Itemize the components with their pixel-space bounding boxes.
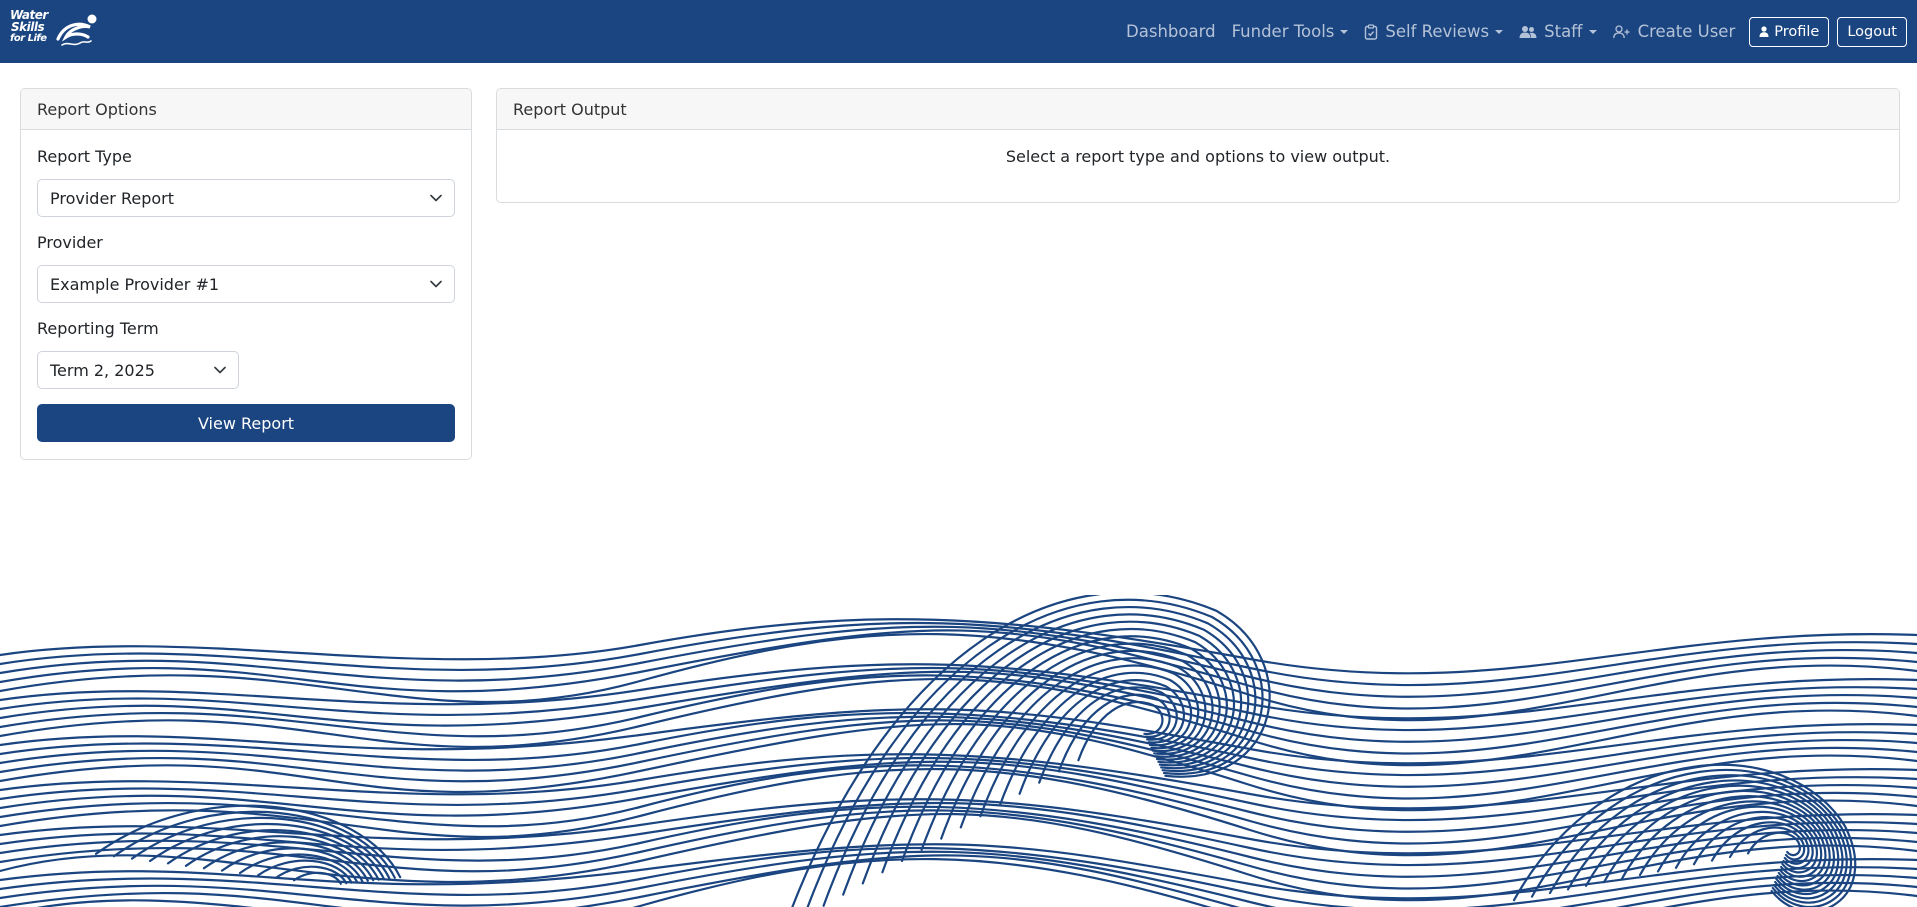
swimmer-logo-icon [56, 14, 97, 46]
nav-funder-tools-dropdown[interactable]: Funder Tools [1232, 22, 1349, 41]
report-type-select[interactable]: Provider Report [37, 179, 455, 217]
nav-create-user[interactable]: Create User [1612, 22, 1736, 41]
nav-dashboard[interactable]: Dashboard [1126, 22, 1216, 41]
nav-self-reviews-label: Self Reviews [1385, 22, 1490, 41]
person-icon [1759, 26, 1769, 37]
nav-dashboard-label: Dashboard [1126, 22, 1216, 41]
main-nav: Dashboard Funder Tools Self Reviews Staf… [1126, 0, 1907, 63]
report-options-card: Report Options Report Type Provider Repo… [20, 88, 472, 460]
report-options-title: Report Options [37, 99, 157, 119]
chevron-down-icon [214, 366, 226, 374]
people-icon [1519, 25, 1537, 38]
add-user-icon [1612, 24, 1630, 38]
brand-logo-text: Water Skills for Life [10, 8, 48, 44]
report-type-value: Provider Report [50, 188, 174, 208]
report-output-header: Report Output [497, 89, 1899, 130]
caret-down-icon [1495, 29, 1504, 34]
ocean-waves-illustration [0, 595, 1917, 907]
view-report-button-label: View Report [197, 413, 295, 433]
nav-funder-tools-label: Funder Tools [1231, 22, 1335, 41]
top-navbar: Water Skills for Life Dashboard Funder T… [0, 0, 1917, 63]
brand-logo[interactable]: Water Skills for Life [10, 9, 100, 54]
nav-self-reviews-dropdown[interactable]: Self Reviews [1364, 22, 1504, 41]
logout-button[interactable]: Logout [1837, 16, 1907, 47]
nav-staff-label: Staff [1544, 22, 1583, 41]
caret-down-icon [1340, 29, 1349, 34]
nav-create-user-label: Create User [1637, 22, 1736, 41]
profile-button-label: Profile [1774, 23, 1820, 40]
report-type-label: Report Type [37, 147, 132, 166]
nav-staff-dropdown[interactable]: Staff [1519, 22, 1597, 41]
logout-button-label: Logout [1847, 23, 1897, 40]
caret-down-icon [1588, 29, 1597, 34]
provider-label: Provider [37, 233, 103, 252]
report-output-title: Report Output [513, 99, 627, 119]
provider-value: Example Provider #1 [50, 274, 220, 294]
report-options-header: Report Options [21, 89, 471, 130]
chevron-down-icon [430, 280, 442, 288]
reporting-term-select[interactable]: Term 2, 2025 [37, 351, 239, 389]
wave-line [1746, 831, 1801, 857]
chevron-down-icon [430, 194, 442, 202]
view-report-button[interactable]: View Report [37, 404, 455, 442]
report-output-message: Select a report type and options to view… [1005, 147, 1391, 166]
provider-select[interactable]: Example Provider #1 [37, 265, 455, 303]
report-output-card: Report Output Select a report type and o… [496, 88, 1900, 203]
reporting-term-value: Term 2, 2025 [50, 360, 155, 380]
profile-button[interactable]: Profile [1749, 16, 1830, 47]
reporting-term-label: Reporting Term [37, 319, 159, 338]
clipboard-check-icon [1365, 23, 1378, 40]
